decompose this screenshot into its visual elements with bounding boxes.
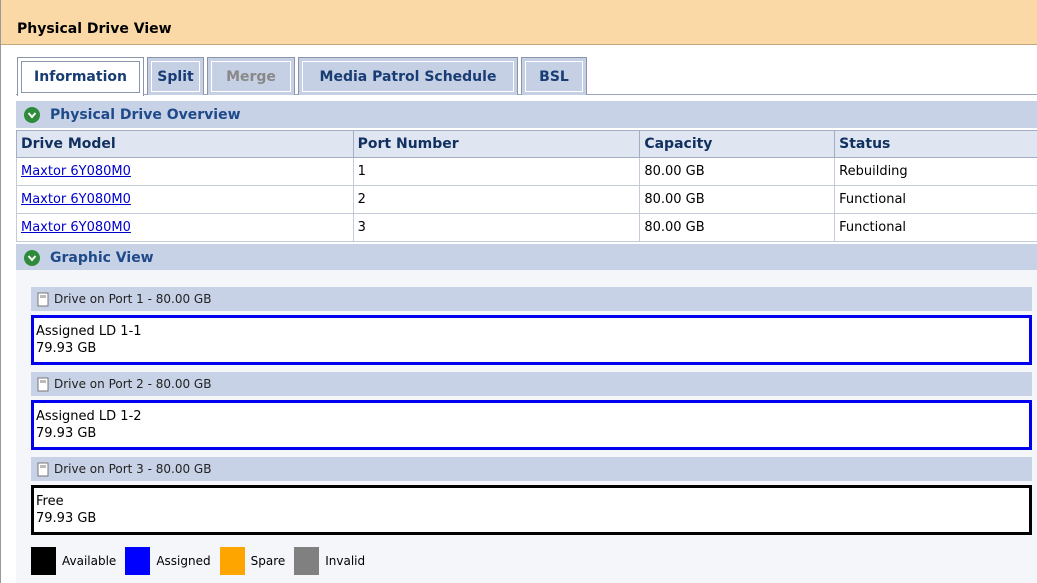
drive-header-port-1: Drive on Port 1 - 80.00 GB: [31, 287, 1032, 311]
segment-size: 79.93 GB: [36, 511, 97, 526]
collapse-chevron-icon[interactable]: [24, 106, 40, 123]
drive-icon: [37, 377, 49, 391]
capacity-cell: 80.00 GB: [639, 185, 836, 214]
section-title: Physical Drive Overview: [50, 106, 241, 123]
legend-label-assigned: Assigned: [156, 554, 211, 568]
port-number-cell: 1: [352, 157, 641, 186]
legend-label-spare: Spare: [250, 554, 286, 568]
legend-swatch-invalid: [294, 547, 320, 575]
segment-name: Assigned LD 1-1: [36, 324, 142, 339]
section-physical-drive-overview[interactable]: Physical Drive Overview: [16, 100, 1037, 128]
tab-strip: Information Split Merge Media Patrol Sch…: [16, 57, 1037, 96]
drive-segment-assigned[interactable]: Assigned LD 1-1 79.93 GB: [31, 315, 1032, 365]
drive-model-link[interactable]: Maxtor 6Y080M0: [21, 192, 131, 207]
column-header-status: Status: [834, 130, 1037, 158]
segment-size: 79.93 GB: [36, 341, 97, 356]
column-header-drive-model: Drive Model: [16, 130, 354, 158]
legend-swatch-assigned: [125, 547, 151, 575]
drive-icon: [37, 292, 49, 306]
tab-split[interactable]: Split: [147, 57, 204, 95]
capacity-cell: 80.00 GB: [639, 157, 836, 186]
physical-drive-view-panel: Physical Drive View Information Split Me…: [0, 0, 1037, 583]
drive-header-port-2: Drive on Port 2 - 80.00 GB: [31, 372, 1032, 396]
status-cell: Functional: [834, 185, 1037, 214]
column-header-port-number: Port Number: [352, 130, 641, 158]
segment-name: Free: [36, 494, 64, 509]
segment-name: Assigned LD 1-2: [36, 409, 142, 424]
drive-icon: [37, 462, 49, 476]
tab-media-patrol-schedule[interactable]: Media Patrol Schedule: [298, 57, 518, 95]
drive-model-link[interactable]: Maxtor 6Y080M0: [21, 164, 131, 179]
tab-bsl[interactable]: BSL: [521, 57, 587, 95]
table-row: Maxtor 6Y080M0 1 80.00 GB Rebuilding: [16, 157, 1037, 186]
tab-information[interactable]: Information: [17, 57, 144, 96]
column-header-capacity: Capacity: [639, 130, 836, 158]
title-bar: Physical Drive View: [1, 0, 1037, 45]
drive-model-link[interactable]: Maxtor 6Y080M0: [21, 220, 131, 235]
port-number-cell: 3: [352, 213, 641, 242]
port-number-cell: 2: [352, 185, 641, 214]
page-title: Physical Drive View: [17, 21, 172, 37]
legend-swatch-available: [31, 547, 56, 575]
status-cell: Rebuilding: [834, 157, 1037, 186]
collapse-chevron-icon[interactable]: [24, 249, 40, 266]
drive-segment-free[interactable]: Free 79.93 GB: [31, 485, 1032, 535]
drive-segment-assigned[interactable]: Assigned LD 1-2 79.93 GB: [31, 400, 1032, 450]
capacity-cell: 80.00 GB: [639, 213, 836, 242]
section-title: Graphic View: [50, 249, 154, 266]
status-cell: Functional: [834, 213, 1037, 242]
legend: Available Assigned Spare Invalid: [31, 547, 374, 575]
table-row: Maxtor 6Y080M0 2 80.00 GB Functional: [16, 185, 1037, 214]
drive-header-port-3: Drive on Port 3 - 80.00 GB: [31, 457, 1032, 481]
table-row: Maxtor 6Y080M0 3 80.00 GB Functional: [16, 213, 1037, 242]
legend-label-available: Available: [62, 554, 117, 568]
tab-merge[interactable]: Merge: [207, 57, 295, 95]
section-graphic-view[interactable]: Graphic View: [16, 243, 1037, 271]
table-header-row: Drive Model Port Number Capacity Status: [16, 130, 1037, 158]
segment-size: 79.93 GB: [36, 426, 97, 441]
legend-label-invalid: Invalid: [325, 554, 366, 568]
drive-overview-table: Drive Model Port Number Capacity Status …: [16, 130, 1037, 242]
legend-swatch-spare: [219, 547, 245, 575]
